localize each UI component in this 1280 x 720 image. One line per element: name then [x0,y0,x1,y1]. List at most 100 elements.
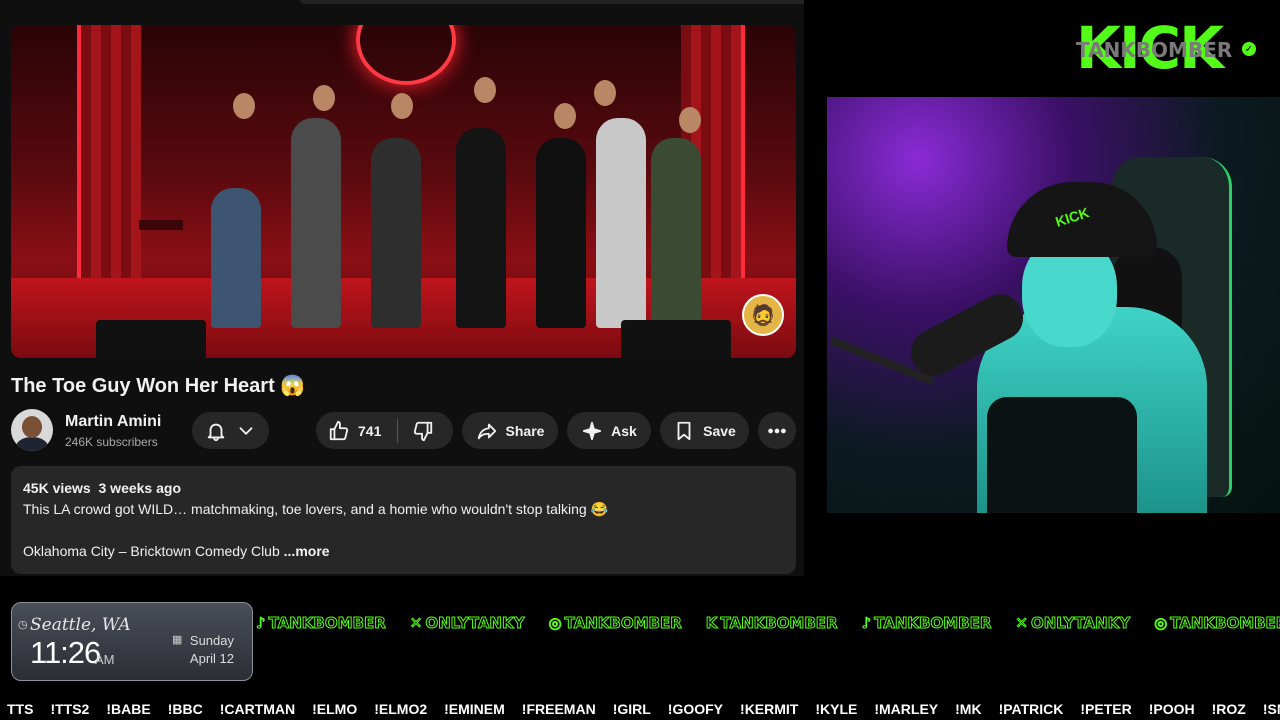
social-handle-text: TANKBOMBER [268,614,386,633]
tiktok-icon: ♪ [256,614,266,633]
notification-bell-button[interactable] [192,412,269,449]
chat-command: !ROZ [1211,701,1246,717]
social-handle: ♪ TANKBOMBER [256,614,386,633]
verified-check-icon: ✓ [1242,42,1256,56]
social-handle-text: ONLYTANKY [425,614,525,633]
chat-command: !MARLEY [874,701,939,717]
save-label: Save [703,422,736,439]
chat-command: !POOH [1148,701,1195,717]
chat-command: !PETER [1080,701,1132,717]
socials-ticker: ♪ TANKBOMBER ✕ ONLYTANKY ◎ TANKBOMBER K TANKBOM… [256,614,1280,638]
video-player[interactable]: 🧔 [11,25,796,358]
social-handle: ◎ TANKBOMBER [1154,614,1280,633]
neon-frame-right [741,25,796,285]
neon-frame-left [11,25,81,285]
bar-stool [139,220,183,310]
performer-1 [211,188,261,328]
social-handle-text: ONLYTANKY [1030,614,1131,633]
chat-command: !KYLE [815,701,858,717]
share-label: Share [505,422,545,439]
performer-3 [371,138,421,328]
streamer-webcam: KICK [827,97,1280,513]
share-icon [477,423,496,439]
channel-avatar[interactable] [11,409,53,451]
more-dots-icon [768,428,786,433]
youtube-topbar [300,0,804,4]
performer-head [594,80,616,106]
ask-button[interactable]: Ask [567,412,651,449]
video-title: The Toe Guy Won Her Heart 😱 [11,375,306,397]
clock-time: 11:26 [30,635,101,670]
chat-command: !CARTMAN [219,701,296,717]
social-handle: ◎ TANKBOMBER [548,614,682,633]
performer-7 [651,138,701,328]
x-icon: ✕ [1015,614,1029,633]
performer-head [679,107,701,133]
social-handle: ♪ TANKBOMBER [861,614,992,633]
performer-6 [596,118,646,328]
clock-day: Sunday [189,633,234,648]
streamer-top [987,397,1137,513]
clock-city: Seattle, WA [30,615,131,635]
thumbs-up-icon[interactable] [328,420,350,442]
chat-command: TTS [7,701,34,717]
chat-command: !BABE [106,701,151,717]
performer-head [474,77,496,103]
share-button[interactable]: Share [462,412,558,449]
social-handle-text: TANKBOMBER [874,614,992,633]
description-box[interactable]: 45K views 3 weeks ago This LA crowd got … [11,466,796,574]
upload-age: 3 weeks ago [98,480,182,496]
performer-2 [291,118,341,328]
show-more-link[interactable]: ...more [284,543,330,559]
chat-command: !SNOOP [1262,701,1280,717]
youtube-panel: 🧔 The Toe Guy Won Her Heart 😱 Martin Ami… [0,0,804,576]
chat-command: !KERMIT [740,701,799,717]
performer-head [233,93,255,119]
kick-logo: KICK TANKBOMBER [1076,19,1236,77]
social-handle-text: TANKBOMBER [564,614,682,633]
chat-command: !GOOFY [667,701,724,717]
clock-widget: ◷ Seattle, WA 11:26 AM ▦ Sunday April 12 [11,602,253,681]
social-handle-text: TANKBOMBER [1170,614,1280,633]
bell-icon [207,423,224,441]
like-divider [397,418,399,443]
channel-name[interactable]: Martin Amini [65,413,161,431]
chevron-down-icon [239,426,252,435]
chat-command: !TTS2 [50,701,90,717]
performer-head [391,93,413,119]
social-handle: ✕ ONLYTANKY [409,614,525,633]
stage-speaker [96,320,206,358]
kick-icon: K [705,614,718,633]
chat-command: !PATRICK [998,701,1064,717]
chat-command: !FREEMAN [521,701,596,717]
social-handle: K TANKBOMBER [705,614,838,633]
description-line-1: This LA crowd got WILD… matchmaking, toe… [23,501,609,517]
creator-avatar-badge-icon[interactable]: 🧔 [742,294,784,336]
thumbs-down-icon[interactable] [412,420,434,442]
subscriber-count: 246K subscribers [65,435,158,449]
comedy-store-sign [356,25,456,85]
description-line-2: Oklahoma City – Bricktown Comedy Club ..… [23,543,330,559]
calendar-icon: ▦ [172,634,183,646]
performer-head [554,103,576,129]
save-button[interactable]: Save [660,412,749,449]
description-location: Oklahoma City – Bricktown Comedy Club [23,543,280,559]
stage-speaker [621,320,731,358]
clock-date: April 12 [189,651,234,666]
like-count[interactable]: 741 [358,423,381,439]
social-handle-text: TANKBOMBER [720,614,838,633]
bookmark-icon [677,421,691,440]
performer-head [313,85,335,111]
ask-label: Ask [611,422,637,439]
like-dislike-group: 741 [316,412,453,449]
kick-username: TANKBOMBER [1076,38,1233,62]
commands-ticker: TTS !TTS2 !BABE !BBC !CARTMAN !ELMO !ELMO2 !EMI… [0,701,1280,720]
more-actions-button[interactable] [758,412,796,449]
chat-command: !EMINEM [444,701,505,717]
instagram-icon: ◎ [1154,614,1168,633]
description-meta: 45K views 3 weeks ago [23,480,181,496]
chat-command: !BBC [167,701,203,717]
sparkle-icon [582,421,602,440]
chat-command: !ELMO2 [374,701,428,717]
curtain-left [81,25,141,318]
